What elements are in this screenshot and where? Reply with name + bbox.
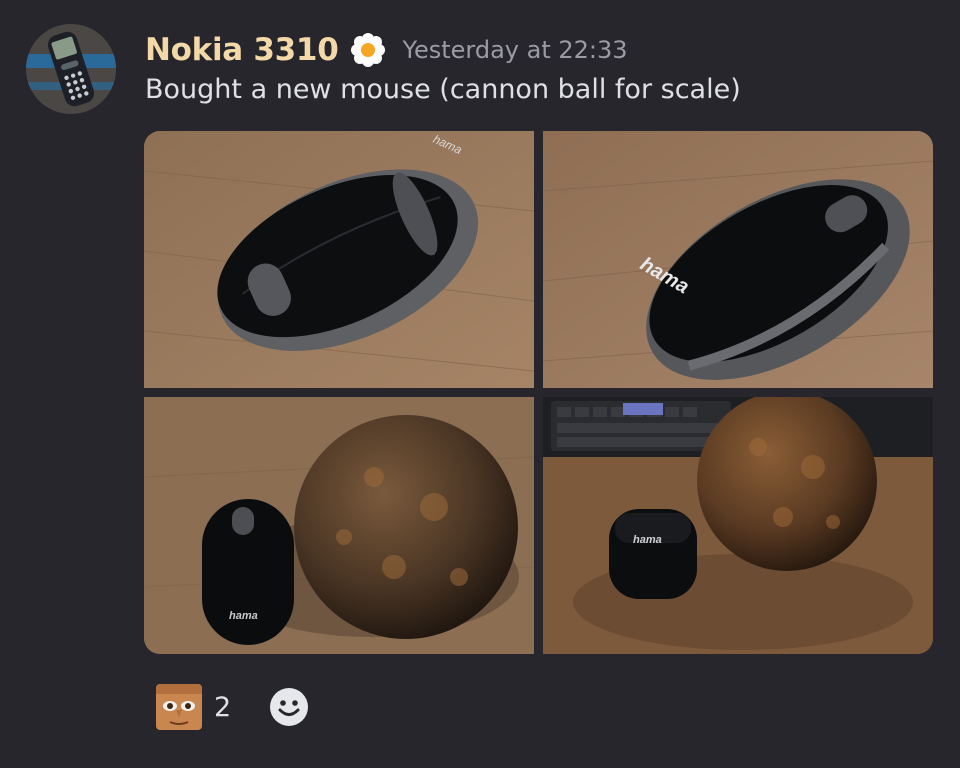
brand-label: hama <box>229 610 258 622</box>
message-timestamp[interactable]: Yesterday at 22:33 <box>402 36 627 64</box>
message-content: Bought a new mouse (cannon ball for scal… <box>145 74 741 105</box>
attachment-image-mouse-top-view[interactable]: hama <box>144 131 534 388</box>
chat-message: Nokia 3310 Yesterday at 22:33 Bought a n… <box>0 0 960 768</box>
smiley-add-reaction-icon[interactable] <box>269 687 309 727</box>
attachment-image-mouse-next-to-cannonball-top[interactable]: hama <box>144 397 534 654</box>
message-header: Nokia 3310 Yesterday at 22:33 <box>145 28 628 72</box>
flower-badge-icon[interactable] <box>350 32 386 68</box>
nokia-phone-icon <box>26 24 116 114</box>
reaction-count: 2 <box>214 691 232 723</box>
face-emoji-icon <box>156 684 202 730</box>
reaction-pill[interactable]: 2 <box>156 684 231 730</box>
user-avatar[interactable] <box>26 24 116 114</box>
reactions-bar: 2 <box>156 684 309 730</box>
image-gallery: hama hama hama hama <box>144 131 933 654</box>
attachment-image-mouse-next-to-cannonball-desk[interactable]: hama <box>543 397 933 654</box>
brand-label: hama <box>633 534 662 546</box>
username[interactable]: Nokia 3310 <box>145 32 339 68</box>
attachment-image-mouse-side-view[interactable]: hama <box>543 131 933 388</box>
